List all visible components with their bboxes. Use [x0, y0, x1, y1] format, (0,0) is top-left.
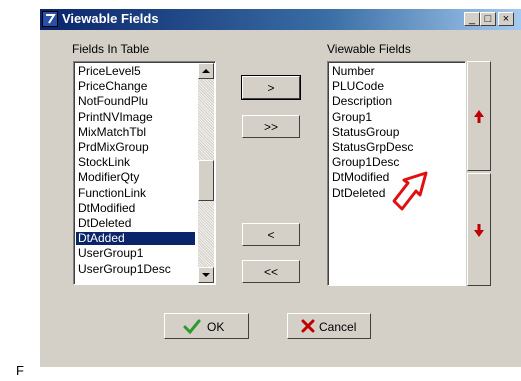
list-item[interactable]: DtModified	[76, 201, 135, 215]
scroll-thumb[interactable]	[198, 160, 214, 201]
list-item[interactable]: PrintNVImage	[76, 110, 153, 124]
viewable-fields-label: Viewable Fields	[327, 42, 411, 56]
move-down-icon	[474, 224, 484, 237]
list-item[interactable]: StatusGroup	[330, 125, 399, 139]
list-item[interactable]: FunctionLink	[76, 186, 146, 200]
list-item[interactable]: PriceLevel5	[76, 65, 141, 78]
list-item[interactable]: MixMatchTbl	[76, 125, 146, 139]
fields-in-table-list[interactable]: PriceLevel5 PriceChange NotFoundPlu PrintNV…	[73, 61, 216, 285]
title-bar[interactable]: Viewable Fields _ □ ×	[40, 9, 521, 30]
close-button[interactable]: ×	[498, 12, 514, 26]
ok-label: OK	[207, 320, 225, 334]
annotation-arrow-icon	[392, 171, 428, 211]
minimize-icon: _	[468, 13, 476, 25]
list-frame: PriceLevel5 PriceChange NotFoundPlu PrintNV…	[74, 62, 215, 284]
list-item[interactable]: PLUCode	[330, 80, 384, 93]
list-item[interactable]: Group1Desc	[330, 156, 399, 169]
viewable-fields-dialog: Viewable Fields _ □ × Fields In Table Pr…	[40, 9, 521, 367]
list-item[interactable]: Number	[330, 65, 375, 78]
minimize-button[interactable]: _	[464, 12, 480, 26]
list-item[interactable]: NotFoundPlu	[76, 95, 148, 108]
app-icon	[42, 11, 58, 27]
list-item[interactable]: UserGroup1	[76, 247, 143, 260]
remove-field-button[interactable]: <	[242, 223, 300, 246]
move-up-button[interactable]	[467, 61, 491, 171]
scroll-up-icon	[202, 69, 210, 73]
remove-all-fields-button[interactable]: <<	[242, 260, 300, 283]
corner-letter: F	[16, 363, 24, 378]
move-down-button[interactable]	[467, 173, 491, 286]
maximize-icon: □	[484, 13, 492, 25]
checkmark-icon	[183, 319, 201, 334]
add-all-fields-button[interactable]: >>	[242, 115, 300, 138]
fields-in-table-label: Fields In Table	[72, 42, 150, 56]
list-item[interactable]: UserGroup1Desc	[76, 262, 171, 276]
list-item[interactable]: StockLink	[76, 156, 130, 169]
cancel-label: Cancel	[319, 320, 357, 334]
scroll-down-button[interactable]	[198, 267, 214, 283]
scroll-down-icon	[202, 273, 210, 277]
list-item[interactable]: Group1	[330, 110, 372, 124]
list-item[interactable]: StatusGrpDesc	[330, 141, 413, 154]
list-item[interactable]: DtDeleted	[330, 186, 385, 200]
remove-field-label: <	[267, 228, 275, 242]
add-field-label: >	[267, 81, 275, 95]
list-item[interactable]: PriceChange	[76, 80, 147, 93]
list-item[interactable]: Description	[330, 95, 392, 108]
add-all-label: >>	[263, 120, 278, 134]
remove-all-label: <<	[263, 265, 278, 279]
window-title: Viewable Fields	[62, 11, 159, 26]
move-up-icon	[474, 110, 484, 123]
list-item[interactable]: DtDeleted	[76, 217, 131, 230]
list-item[interactable]: PrdMixGroup	[76, 141, 149, 154]
list-item[interactable]: DtModified	[330, 171, 389, 184]
cancel-x-icon	[301, 319, 315, 333]
cancel-button[interactable]: Cancel	[287, 313, 371, 339]
scroll-up-button[interactable]	[198, 63, 214, 79]
list-item[interactable]: ModifierQty	[76, 171, 139, 184]
list-item[interactable]: DtAdded	[76, 232, 195, 246]
fields-scrollbar[interactable]	[198, 63, 214, 283]
add-field-button[interactable]: >	[241, 75, 301, 100]
ok-button[interactable]: OK	[164, 313, 249, 339]
maximize-button[interactable]: □	[480, 12, 496, 26]
close-icon: ×	[502, 13, 510, 25]
